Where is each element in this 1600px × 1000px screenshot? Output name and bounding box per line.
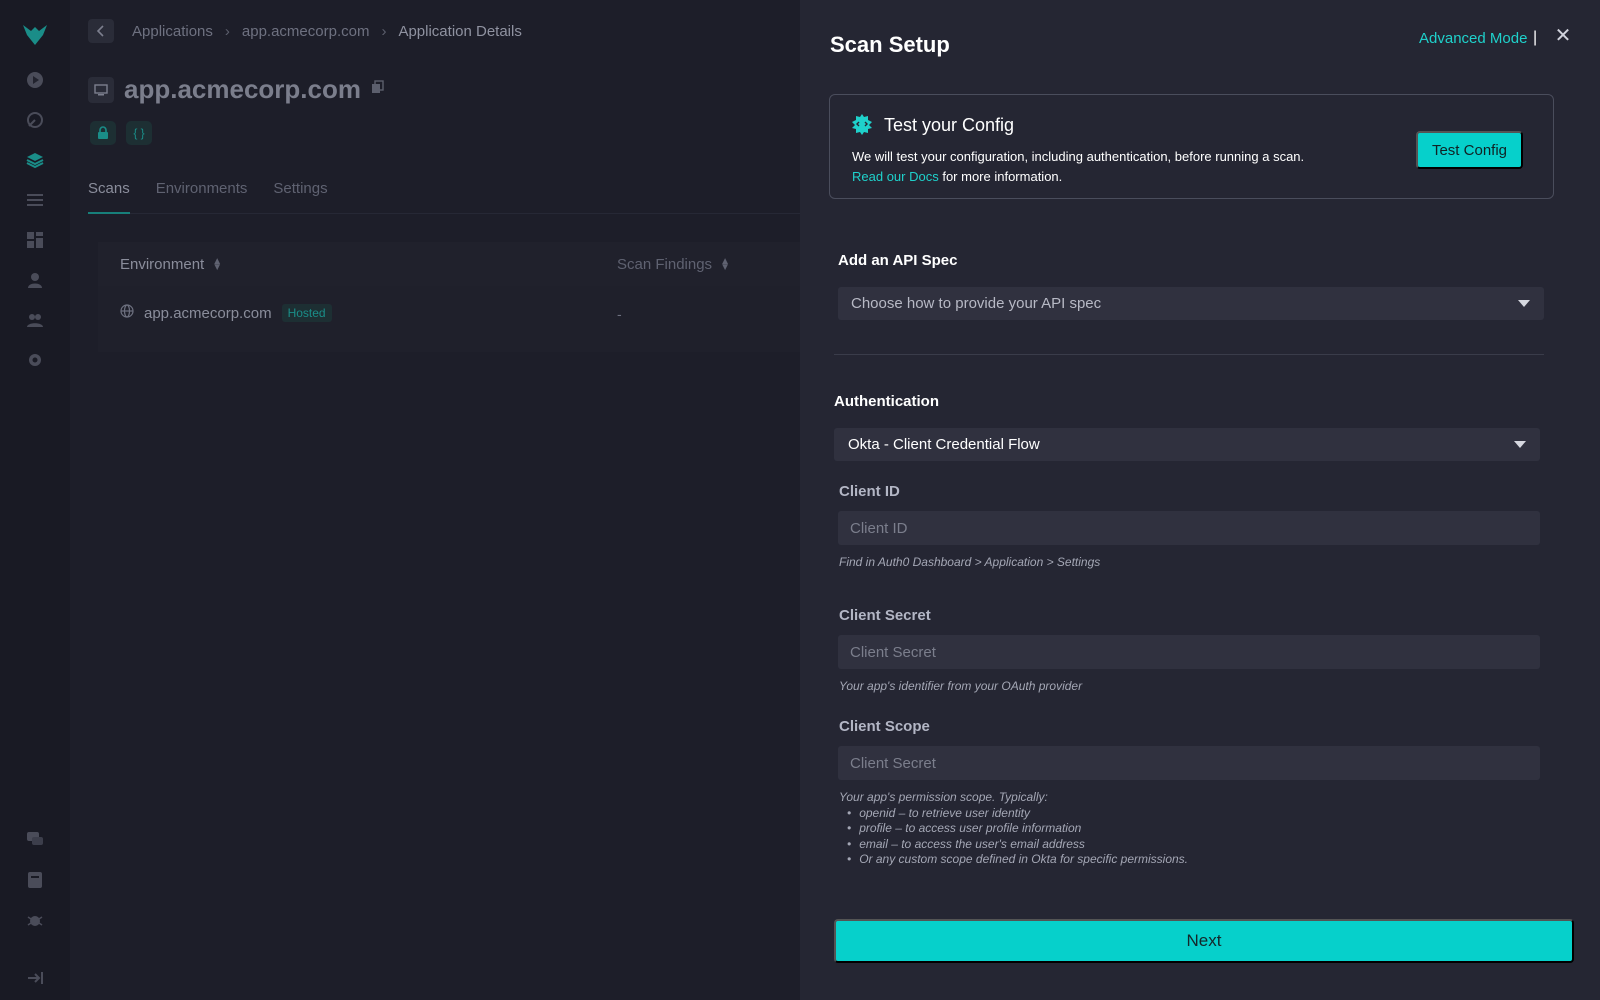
app-root: Applications › app.acmecorp.com › Applic… [0,0,1600,1000]
bug-icon[interactable] [23,908,47,932]
breadcrumb-app[interactable]: app.acmecorp.com [242,23,370,40]
breadcrumb: Applications › app.acmecorp.com › Applic… [88,19,522,43]
test-config-docs-line: Read our Docs for more information. [852,167,1304,187]
advanced-mode-link[interactable]: Advanced Mode [1419,30,1527,47]
back-button[interactable] [88,19,114,43]
book-icon[interactable] [23,868,47,892]
braces-icon: { } [126,121,152,145]
drawer-title: Scan Setup [830,32,950,57]
column-environment-label: Environment [120,256,205,273]
api-spec-placeholder: Choose how to provide your API spec [851,295,1102,312]
section-divider [834,354,1544,355]
list-item: Or any custom scope defined in Okta for … [847,852,1188,868]
test-config-text: We will test your configuration, includi… [852,149,1305,164]
test-config-button[interactable]: Test Config [1416,131,1523,169]
layers-icon[interactable] [23,148,47,172]
api-spec-label: Add an API Spec [838,252,958,269]
next-button[interactable]: Next [834,919,1574,963]
gear-code-icon [851,113,873,135]
hosted-badge: Hosted [281,304,332,322]
caret-down-icon [1518,300,1530,307]
scope-list: openid – to retrieve user identity profi… [839,806,1188,868]
team-icon[interactable] [23,308,47,332]
environment-cell: app.acmecorp.com Hosted [120,304,332,322]
list-icon[interactable] [23,188,47,212]
test-config-card: Test your Config We will test your confi… [829,94,1554,199]
test-config-title: Test your Config [884,115,1015,135]
client-scope-input[interactable] [838,746,1540,780]
environments-table: Environment ▲ ▼ Scan Findings ▲ ▼ app.acme… [98,242,800,352]
list-item: openid – to retrieve user identity [847,806,1188,822]
client-scope-hint: Your app's permission scope. Typically: … [839,790,1188,868]
tab-scans[interactable]: Scans [88,178,130,214]
radar-icon[interactable] [23,108,47,132]
sidebar-rail [0,0,70,1000]
table-header: Environment ▲ ▼ Scan Findings ▲ ▼ [98,242,800,286]
test-config-description: We will test your configuration, includi… [852,147,1304,187]
findings-cell: - [617,306,622,322]
table-row[interactable]: app.acmecorp.com Hosted - [98,294,800,346]
user-icon[interactable] [23,268,47,292]
logout-icon[interactable] [23,966,47,990]
monitor-icon [88,76,114,103]
client-id-label: Client ID [839,483,900,500]
sort-icon[interactable]: ▲ ▼ [212,256,222,272]
sort-icon[interactable]: ▲ ▼ [720,256,730,272]
authentication-selected: Okta - Client Credential Flow [848,436,1040,453]
api-spec-select[interactable]: Choose how to provide your API spec [838,287,1544,320]
client-secret-hint: Your app's identifier from your OAuth pr… [839,679,1083,693]
tab-settings[interactable]: Settings [273,178,327,214]
tab-environments[interactable]: Environments [156,178,248,214]
play-icon[interactable] [23,68,47,92]
app-badges: { } [90,121,152,145]
client-id-input[interactable] [838,511,1540,545]
environment-name: app.acmecorp.com [144,304,272,322]
docs-suffix: for more information. [938,169,1063,184]
chat-icon[interactable] [23,827,47,851]
client-secret-label: Client Secret [839,607,931,624]
dashboard-icon[interactable] [23,228,47,252]
copy-icon[interactable] [371,80,385,99]
client-scope-hint-text: Your app's permission scope. Typically: [839,790,1048,804]
caret-down-icon [1514,441,1526,448]
client-id-hint: Find in Auth0 Dashboard > Application > … [839,555,1101,569]
close-icon[interactable]: ✕ [1553,26,1573,46]
chevron-right-icon: › [224,22,230,40]
authentication-select[interactable]: Okta - Client Credential Flow [834,428,1540,461]
breadcrumb-current: Application Details [398,22,522,40]
client-scope-label: Client Scope [839,718,930,735]
gear-icon[interactable] [23,348,47,372]
tab-bar: Scans Environments Settings [88,178,800,214]
authentication-label: Authentication [834,393,939,410]
read-docs-link[interactable]: Read our Docs [852,169,939,184]
lock-icon [90,121,116,145]
list-item: profile – to access user profile informa… [847,821,1188,837]
chevron-right-icon: › [381,22,387,40]
globe-icon [120,304,134,322]
column-environment[interactable]: Environment ▲ ▼ [120,256,222,273]
column-scan-findings-label: Scan Findings [617,256,713,273]
page-title: app.acmecorp.com [124,74,361,104]
client-secret-input[interactable] [838,635,1540,669]
breadcrumb-applications[interactable]: Applications [132,23,213,40]
logo-icon[interactable] [20,20,50,50]
app-header: app.acmecorp.com [88,74,385,105]
column-scan-findings[interactable]: Scan Findings ▲ ▼ [617,256,730,273]
application-details-page: Applications › app.acmecorp.com › Applic… [70,0,800,1000]
separator: | [1533,29,1538,46]
list-item: email – to access the user's email addre… [847,837,1188,853]
